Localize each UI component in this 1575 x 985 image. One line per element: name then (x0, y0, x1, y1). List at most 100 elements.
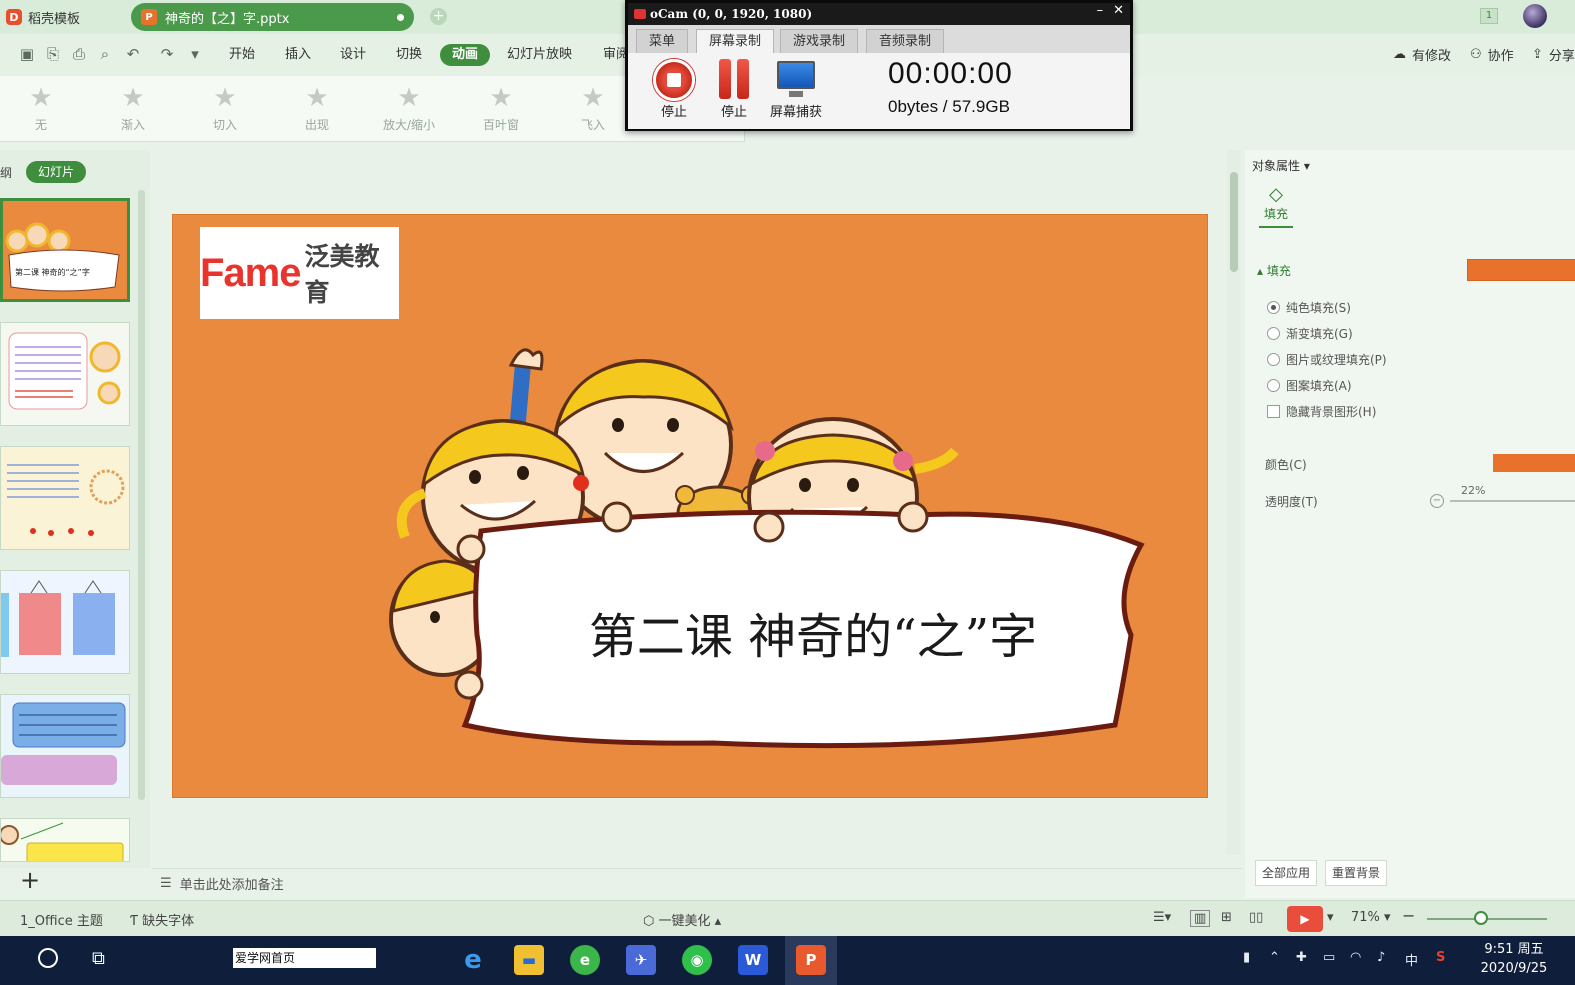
reading-view-icon[interactable]: ▯▯ (1249, 910, 1263, 925)
file-explorer-icon[interactable]: ▬ (514, 945, 544, 975)
fill-preview-swatch[interactable] (1467, 259, 1575, 281)
battery-charge-icon[interactable]: ▮ (1243, 950, 1250, 965)
missing-font-button[interactable]: Ƭ 缺失字体 (130, 910, 194, 929)
slide-thumbnail-3[interactable] (0, 446, 130, 550)
window-count-badge[interactable]: 1 (1480, 8, 1498, 24)
slide-canvas[interactable]: Fame 泛美教育 第二课 神奇的“之”字 (172, 214, 1208, 798)
anim-blinds[interactable]: ★ 百叶窗 (466, 82, 536, 133)
anim-none[interactable]: ★ 无 (6, 82, 76, 133)
tray-app-icon[interactable]: ✚ (1296, 950, 1307, 965)
zoom-slider-knob[interactable] (1474, 911, 1488, 925)
transparency-slider[interactable] (1450, 500, 1575, 502)
menu-transition[interactable]: 切换 (396, 44, 422, 66)
notes-bar[interactable]: ☰ 单击此处添加备注 (152, 868, 1242, 898)
wechat-icon[interactable]: ◉ (682, 945, 712, 975)
battery-icon[interactable]: ▭ (1323, 950, 1335, 965)
reset-background-button[interactable]: 重置背景 (1325, 860, 1388, 886)
transparency-decrease-button[interactable]: − (1430, 494, 1444, 508)
tab-slides[interactable]: 幻灯片 (26, 161, 87, 183)
ocam-stop-button[interactable]: 停止 (642, 59, 706, 120)
cortana-icon[interactable] (38, 948, 58, 968)
customize-chevron-down-icon[interactable]: ▾ (186, 45, 204, 63)
close-icon[interactable]: ✕ (1113, 3, 1124, 18)
taskbar-search-input[interactable]: 爱学网首页 (233, 948, 376, 968)
ocam-tab-audio-record[interactable]: 音频录制 (866, 29, 945, 53)
wps-writer-icon[interactable]: W (738, 945, 768, 975)
menu-start[interactable]: 开始 (229, 44, 255, 66)
thumbnail-scrollbar[interactable] (138, 190, 145, 800)
properties-title[interactable]: 对象属性 ▾ (1252, 157, 1310, 174)
normal-view-icon[interactable]: ▥ (1190, 910, 1211, 927)
print-preview-icon[interactable]: ⌕ (96, 45, 114, 63)
document-tab[interactable]: P 神奇的【之】字.pptx (131, 3, 414, 31)
wps-presentation-icon[interactable]: P (796, 945, 826, 975)
slide-thumbnail-6[interactable] (0, 818, 130, 862)
anim-fade-in[interactable]: ★ 渐入 (98, 82, 168, 133)
anim-zoom[interactable]: ★ 放大/缩小 (374, 82, 444, 133)
anim-fly-in[interactable]: ★ 飞入 (558, 82, 628, 133)
slide-thumbnail-1[interactable]: 第二课 神奇的“之”字 (0, 198, 130, 302)
taskbar-clock[interactable]: 9:51 周五 2020/9/25 (1474, 940, 1554, 978)
pattern-fill-radio[interactable]: 图案填充(A) (1267, 377, 1352, 394)
beautify-button[interactable]: ⬡ 一键美化 ▴ (643, 910, 721, 929)
fill-tab[interactable]: ◇ 填充 (1259, 184, 1293, 228)
tray-chevron-up-icon[interactable]: ⌃ (1269, 950, 1280, 965)
kids-illustration[interactable] (173, 215, 1208, 798)
solid-fill-radio[interactable]: 纯色填充(S) (1267, 299, 1351, 316)
browser-360-icon[interactable]: e (570, 945, 600, 975)
slide-sorter-icon[interactable]: ⊞ (1221, 910, 1232, 925)
play-options-chevron-icon[interactable]: ▾ (1327, 910, 1334, 925)
edge-icon[interactable]: e (458, 945, 488, 975)
redo-icon[interactable]: ↷ (158, 45, 176, 63)
volume-icon[interactable]: ♪ (1377, 950, 1385, 965)
play-slideshow-button[interactable]: ▶ (1287, 906, 1323, 932)
menu-insert[interactable]: 插入 (285, 44, 311, 66)
notes-toggle-icon[interactable]: ☰▾ (1153, 910, 1171, 925)
zoom-out-button[interactable]: − (1402, 906, 1415, 925)
anim-cut-in[interactable]: ★ 切入 (190, 82, 260, 133)
print-icon[interactable]: ⎙ (70, 45, 88, 63)
save-icon[interactable]: ▣ (18, 45, 36, 63)
ocam-pause-button[interactable]: 停止 (702, 59, 766, 120)
minimize-icon[interactable]: – (1097, 3, 1104, 18)
user-avatar[interactable] (1523, 4, 1547, 28)
gradient-fill-radio[interactable]: 渐变填充(G) (1267, 325, 1353, 342)
add-slide-button[interactable]: + (20, 866, 40, 894)
new-tab-button[interactable]: + (430, 8, 447, 25)
anim-appear[interactable]: ★ 出现 (282, 82, 352, 133)
menu-animation[interactable]: 动画 (440, 44, 491, 66)
slide-thumbnail-5[interactable] (0, 694, 130, 798)
undo-icon[interactable]: ↶ (124, 45, 142, 63)
slide-vertical-scrollbar[interactable] (1227, 150, 1241, 855)
slide-title[interactable]: 第二课 神奇的“之”字 (533, 597, 1093, 667)
hide-background-checkbox[interactable]: 隐藏背景图形(H) (1267, 403, 1376, 420)
input-method-indicator[interactable]: 中 (1405, 950, 1418, 969)
theme-name[interactable]: 1_Office 主题 (20, 910, 103, 929)
ocam-tab-menu[interactable]: 菜单 (636, 29, 689, 53)
transparency-label: 透明度(T) (1265, 495, 1318, 509)
menu-design[interactable]: 设计 (340, 44, 366, 66)
app-home-tab[interactable]: D 稻壳模板 (6, 5, 80, 29)
picture-fill-radio[interactable]: 图片或纹理填充(P) (1267, 351, 1387, 368)
has-changes-button[interactable]: ☁ 有修改 (1393, 45, 1451, 64)
collaborate-button[interactable]: ⚇ 协作 (1470, 45, 1514, 64)
scrollbar-thumb[interactable] (1230, 172, 1238, 272)
ocam-titlebar[interactable]: oCam (0, 0, 1920, 1080) (628, 3, 1130, 25)
task-view-icon[interactable]: ⧉ (92, 948, 105, 969)
menu-slideshow[interactable]: 幻灯片放映 (507, 44, 572, 66)
fill-section-header[interactable]: ▴ 填充 (1257, 262, 1291, 279)
tab-outline[interactable]: 纲 (0, 164, 12, 181)
sogou-ime-icon[interactable]: S (1436, 950, 1445, 965)
share-button[interactable]: ⇪ 分享 (1532, 45, 1575, 64)
wifi-icon[interactable]: ◠ (1350, 950, 1361, 965)
ocam-tab-screen-record[interactable]: 屏幕录制 (696, 29, 775, 53)
color-picker[interactable] (1493, 454, 1575, 472)
ocam-tab-game-record[interactable]: 游戏录制 (780, 29, 859, 53)
apply-all-button[interactable]: 全部应用 (1255, 860, 1318, 886)
slide-thumbnail-2[interactable] (0, 322, 130, 426)
zoom-level[interactable]: 71% ▾ (1351, 910, 1391, 925)
feishu-icon[interactable]: ✈ (626, 945, 656, 975)
slide-thumbnail-4[interactable] (0, 570, 130, 674)
export-icon[interactable]: ⎘ (44, 45, 62, 63)
ocam-capture-button[interactable]: 屏幕捕获 (764, 59, 828, 120)
